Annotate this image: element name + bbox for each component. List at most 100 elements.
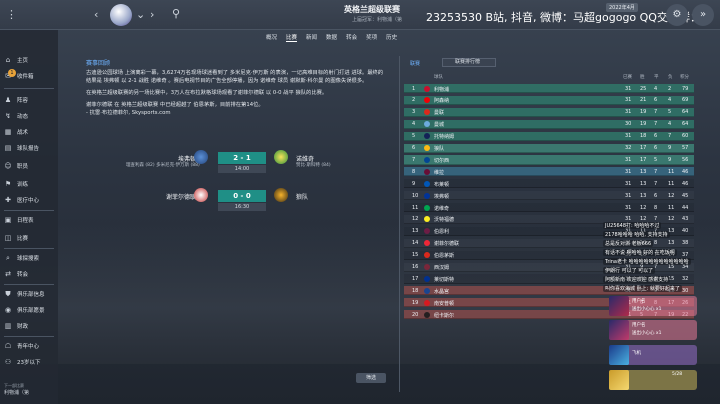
profile-area[interactable]: 下一部比赛 利物浦（第 — [4, 383, 29, 396]
table-points: 64 — [682, 109, 689, 116]
match-away-team[interactable]: 狼队 — [296, 192, 308, 201]
team-crest-icon — [424, 299, 430, 306]
table-row[interactable]: 1 利物浦 31 25 4 2 79 — [404, 84, 694, 94]
date-display: 2022年4月 — [606, 3, 638, 12]
panel-divider — [399, 56, 400, 392]
continue-button[interactable]: » — [692, 4, 714, 26]
table-row[interactable]: 7 切尔西 31 17 5 9 56 — [404, 155, 694, 165]
table-team-name: 水晶宫 — [434, 288, 450, 295]
forward-arrow-icon[interactable]: › — [150, 8, 154, 21]
match-score[interactable]: 0 - 0 — [218, 190, 266, 202]
search-icon[interactable]: ⚲ — [172, 7, 180, 20]
table-points: 38 — [682, 240, 689, 247]
team-crest-icon — [424, 192, 430, 199]
sidebar-item-team-report[interactable]: ▤ 球队报告 — [4, 144, 39, 152]
table-won: 17 — [640, 156, 647, 163]
sidebar-item-tactics[interactable]: ▦ 战术 — [4, 128, 28, 136]
sidebar-item-club-vision[interactable]: ◉ 俱乐部愿景 — [4, 306, 45, 314]
page-title: 英格兰超级联赛 — [344, 5, 400, 14]
gift-user: 用户名 — [632, 323, 646, 328]
tab-stats[interactable]: 数据 — [326, 33, 337, 42]
sidebar-item-dynamics[interactable]: ↯ 动态 — [4, 112, 28, 120]
table-row[interactable]: 8 维拉 31 13 7 11 46 — [404, 167, 694, 177]
table-view-dropdown[interactable]: 联赛排行榜 — [442, 58, 496, 67]
gift-text: 送出小心心 x1 — [632, 307, 662, 312]
table-won: 25 — [640, 85, 647, 92]
filter-button[interactable]: 筛选 — [356, 373, 386, 383]
sidebar-item-u23[interactable]: ⚇ 23岁以下 — [4, 358, 41, 366]
sidebar-item-staff[interactable]: ☺ 职员 — [4, 162, 28, 170]
match-home-team[interactable]: 谢菲尔德联 — [116, 192, 196, 201]
chat-message: 伊朗行 可以了 可以了 — [603, 267, 656, 274]
table-played: 31 — [625, 204, 632, 211]
table-row[interactable]: 5 托特纳姆 31 18 6 7 60 — [404, 131, 694, 141]
match-score[interactable]: 2 - 1 — [218, 152, 266, 164]
chat-message: Trina老卡 哈哈哈哈哈哈哈哈哈哈哈哈 — [603, 258, 691, 265]
squad-icon: ♟ — [4, 96, 12, 104]
team-crest-icon — [424, 109, 430, 116]
chevron-down-icon[interactable]: ⌄ — [136, 8, 145, 21]
table-lost: 9 — [668, 145, 672, 151]
table-lost: 2 — [668, 85, 672, 92]
table-points: 46 — [682, 180, 689, 187]
sidebar-item-schedule[interactable]: ▣ 日程表 — [4, 216, 34, 224]
sidebar-item-matches[interactable]: ◫ 比赛 — [4, 234, 28, 242]
dynamics-icon: ↯ — [5, 112, 11, 120]
staff-icon: ☺ — [4, 162, 12, 170]
table-team-name: 莱切斯特 — [434, 276, 455, 283]
sidebar-item-home[interactable]: ⌂ 主页 — [4, 56, 28, 64]
table-played: 31 — [625, 180, 632, 187]
tab-overview[interactable]: 概况 — [266, 33, 277, 42]
tab-transfers[interactable]: 转会 — [346, 33, 357, 42]
sidebar-item-club-info[interactable]: ⛊ 俱乐部信息 — [4, 290, 44, 298]
table-position: 10 — [412, 192, 419, 199]
tab-awards[interactable]: 奖项 — [366, 33, 377, 42]
tab-matches[interactable]: 比赛 — [286, 33, 298, 42]
away-crest-icon — [274, 150, 288, 164]
chat-message: JU25648打: 哈哈哈不过 — [603, 222, 662, 229]
table-position: 17 — [412, 275, 419, 282]
league-link[interactable]: 联赛 — [410, 60, 420, 67]
table-drawn: 6 — [654, 192, 658, 199]
table-points: 64 — [682, 121, 689, 128]
sidebar-item-scouting[interactable]: ⌕ 球探搜索 — [4, 254, 39, 262]
news-panel: 赛事回顾 古迪逊公园球场 上演离彩一幕，3,6274万名现场球迷看到了 多米尼克… — [86, 58, 392, 388]
sidebar-item-finance[interactable]: ▥ 财政 — [4, 322, 28, 330]
tab-history[interactable]: 历史 — [386, 33, 397, 42]
team-crest-icon — [424, 275, 430, 282]
settings-icon[interactable]: ⚙ — [666, 4, 688, 26]
top-bar: ⋮ ‹ ⌄ › ⚲ 英格兰超级联赛 上届冠军：利物浦（第 23253530 B站… — [0, 0, 720, 30]
news-tag[interactable]: 赛事回顾 — [86, 58, 110, 67]
table-row[interactable]: 6 狼队 32 17 6 9 57 — [404, 143, 694, 153]
menu-icon[interactable]: ⋮ — [6, 8, 17, 21]
match-home-scorers: 理查利森 (82) 多米尼克·伊万斯 (88) — [126, 163, 200, 168]
table-drawn: 8 — [654, 240, 658, 247]
sidebar-item-squad[interactable]: ♟ 阵容 — [4, 96, 28, 104]
table-team-name: 西汉姆 — [434, 265, 450, 271]
table-row[interactable]: 3 曼联 31 19 7 5 64 — [404, 107, 694, 117]
table-team-name: 狼队 — [434, 146, 445, 152]
sidebar-item-training[interactable]: ⚑ 训练 — [4, 180, 28, 188]
back-arrow-icon[interactable]: ‹ — [94, 8, 98, 21]
table-row[interactable]: 2 阿森纳 31 21 6 4 69 — [404, 95, 694, 106]
table-row[interactable]: 10 埃弗顿 31 13 6 12 45 — [404, 191, 694, 201]
table-row[interactable]: 4 曼城 30 19 7 4 64 — [404, 119, 694, 129]
team-crest-icon — [424, 156, 430, 163]
gift-user: 用户名 — [632, 299, 646, 304]
gift-text: 送出小心心 x1 — [632, 331, 662, 336]
club-vision-icon: ◉ — [4, 306, 12, 314]
table-row[interactable]: 9 布莱顿 31 13 7 11 46 — [404, 179, 694, 189]
league-logo — [110, 4, 132, 26]
team-crest-icon — [424, 216, 430, 223]
table-position: 18 — [412, 287, 419, 294]
table-row[interactable]: 11 诺维奇 31 12 8 11 44 — [404, 203, 694, 213]
gift-avatar — [609, 370, 629, 390]
sidebar-item-transfers[interactable]: ⇄ 转会 — [4, 270, 28, 278]
table-won: 13 — [640, 192, 647, 199]
gift-user: 飞机 — [632, 351, 641, 356]
sidebar-item-medical[interactable]: ✚ 医疗中心 — [4, 196, 39, 204]
table-points: 30 — [682, 287, 689, 294]
club-info-icon: ⛊ — [5, 290, 11, 298]
sidebar-item-youth[interactable]: ☖ 青年中心 — [4, 342, 39, 350]
tab-news[interactable]: 新闻 — [306, 33, 317, 42]
